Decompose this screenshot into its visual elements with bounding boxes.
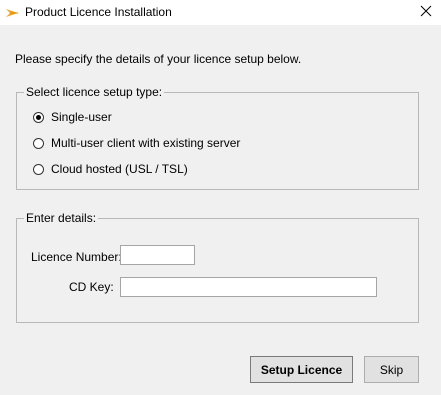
radio-cloud-hosted-label: Cloud hosted (USL / TSL) bbox=[51, 162, 188, 176]
licence-number-input[interactable] bbox=[120, 245, 195, 265]
radio-single-user-label: Single-user bbox=[51, 110, 112, 124]
intro-text: Please specify the details of your licen… bbox=[15, 52, 302, 66]
details-group bbox=[16, 218, 419, 323]
orange-arrow-icon bbox=[6, 7, 20, 17]
radio-multi-user-client[interactable]: Multi-user client with existing server bbox=[33, 136, 240, 150]
cd-key-label: CD Key: bbox=[69, 280, 114, 294]
radio-single-user-button[interactable] bbox=[33, 111, 44, 123]
window-title: Product Licence Installation bbox=[25, 5, 172, 19]
close-icon[interactable] bbox=[420, 5, 432, 20]
title-bar: Product Licence Installation bbox=[0, 0, 441, 25]
radio-multi-user-client-label: Multi-user client with existing server bbox=[51, 136, 241, 150]
licence-number-label: Licence Number: bbox=[31, 250, 122, 264]
setup-type-legend: Select licence setup type: bbox=[24, 85, 165, 99]
radio-single-user[interactable]: Single-user bbox=[33, 110, 112, 124]
radio-cloud-hosted-button[interactable] bbox=[33, 163, 44, 175]
close-button[interactable] bbox=[411, 0, 441, 25]
radio-multi-user-client-button[interactable] bbox=[33, 137, 44, 149]
radio-cloud-hosted[interactable]: Cloud hosted (USL / TSL) bbox=[33, 162, 188, 176]
cd-key-input[interactable] bbox=[120, 277, 377, 297]
details-legend: Enter details: bbox=[24, 211, 99, 225]
setup-licence-button[interactable]: Setup Licence bbox=[250, 356, 353, 383]
skip-button[interactable]: Skip bbox=[364, 356, 419, 383]
